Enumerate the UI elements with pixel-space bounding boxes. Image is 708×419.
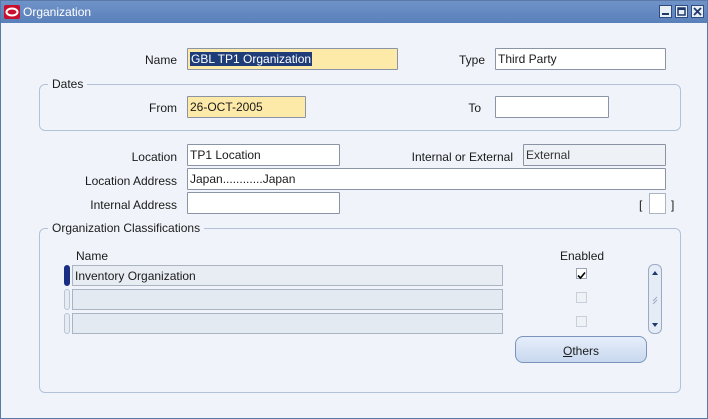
location-address-field[interactable]: Japan............Japan: [187, 168, 666, 190]
name-label: Name: [144, 53, 177, 67]
scroll-down-icon[interactable]: [652, 323, 658, 327]
maximize-icon: [677, 7, 686, 16]
row-indicator[interactable]: [64, 313, 70, 334]
minimize-icon: [662, 13, 669, 15]
descriptive-flexfield[interactable]: [649, 193, 666, 214]
enabled-checkbox[interactable]: [576, 316, 587, 327]
others-mnemonic: O: [562, 344, 573, 358]
scroll-up-icon[interactable]: [652, 271, 658, 275]
name-value: GBL TP1 Organization: [190, 52, 313, 66]
name-column-header: Name: [76, 249, 109, 263]
enabled-column-header: Enabled: [560, 249, 605, 263]
type-field[interactable]: Third Party: [495, 48, 666, 70]
location-address-label: Location Address: [84, 174, 177, 188]
dates-group-title: Dates: [48, 77, 88, 91]
window-title: Organization: [23, 5, 92, 19]
internal-address-label: Internal Address: [90, 198, 177, 212]
close-icon: [693, 7, 702, 16]
checkmark-icon: [577, 271, 586, 280]
minimize-button[interactable]: [659, 5, 672, 18]
row-indicator[interactable]: [64, 265, 70, 286]
scroll-grip-icon[interactable]: [652, 296, 658, 305]
from-label: From: [149, 101, 177, 115]
classification-name-field[interactable]: [72, 313, 503, 334]
others-label-rest: thers: [572, 344, 600, 358]
name-field[interactable]: GBL TP1 Organization: [187, 48, 398, 70]
location-field[interactable]: TP1 Location: [187, 144, 340, 166]
internal-address-field[interactable]: [187, 192, 340, 214]
vertical-scrollbar[interactable]: [648, 264, 662, 334]
close-button[interactable]: [691, 5, 704, 18]
maximize-button[interactable]: [675, 5, 688, 18]
descriptive-flexfield-close-bracket: ]: [671, 198, 675, 212]
classification-name-field[interactable]: [72, 289, 503, 310]
others-button[interactable]: Others: [515, 336, 647, 363]
classifications-group-title: Organization Classifications: [48, 221, 205, 235]
to-date-field[interactable]: [495, 96, 609, 118]
row-indicator[interactable]: [64, 289, 70, 310]
classification-name-field[interactable]: Inventory Organization: [72, 265, 503, 286]
oracle-logo-icon: [4, 5, 20, 19]
from-date-field[interactable]: 26-OCT-2005: [187, 96, 306, 118]
descriptive-flexfield-open-bracket: [: [639, 198, 643, 212]
organization-window: Organization Name GBL TP1 Organization T…: [0, 0, 708, 419]
location-label: Location: [131, 150, 177, 164]
internal-external-field: External: [523, 144, 666, 166]
title-bar: Organization: [1, 1, 707, 23]
enabled-checkbox[interactable]: [576, 292, 587, 303]
to-label: To: [468, 101, 481, 115]
type-label: Type: [458, 53, 485, 67]
internal-external-label: Internal or External: [411, 150, 513, 164]
enabled-checkbox[interactable]: [576, 268, 587, 280]
